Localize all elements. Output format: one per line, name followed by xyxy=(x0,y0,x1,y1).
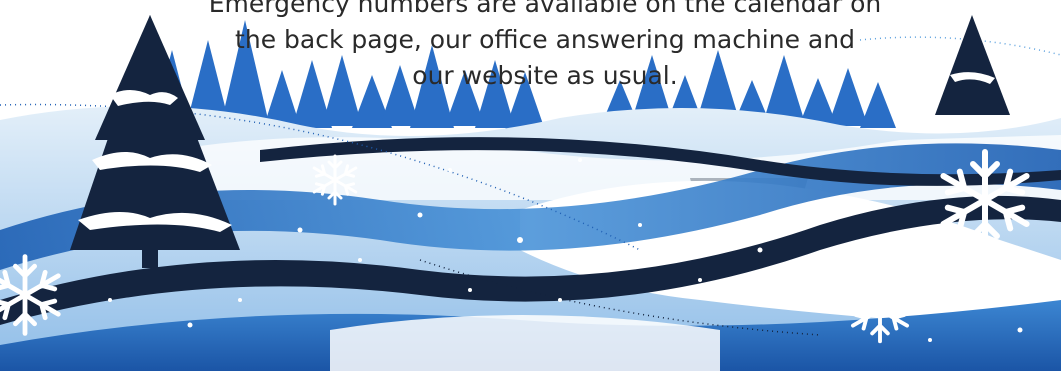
winter-banner: Emergency numbers are available on the c… xyxy=(0,0,1061,371)
emergency-notice: Emergency numbers are available on the c… xyxy=(130,0,960,94)
notice-line: the back page, our office answering mach… xyxy=(235,25,855,54)
notice-line: our website as usual. xyxy=(412,61,678,90)
notice-line: Emergency numbers are available on the c… xyxy=(208,0,882,18)
